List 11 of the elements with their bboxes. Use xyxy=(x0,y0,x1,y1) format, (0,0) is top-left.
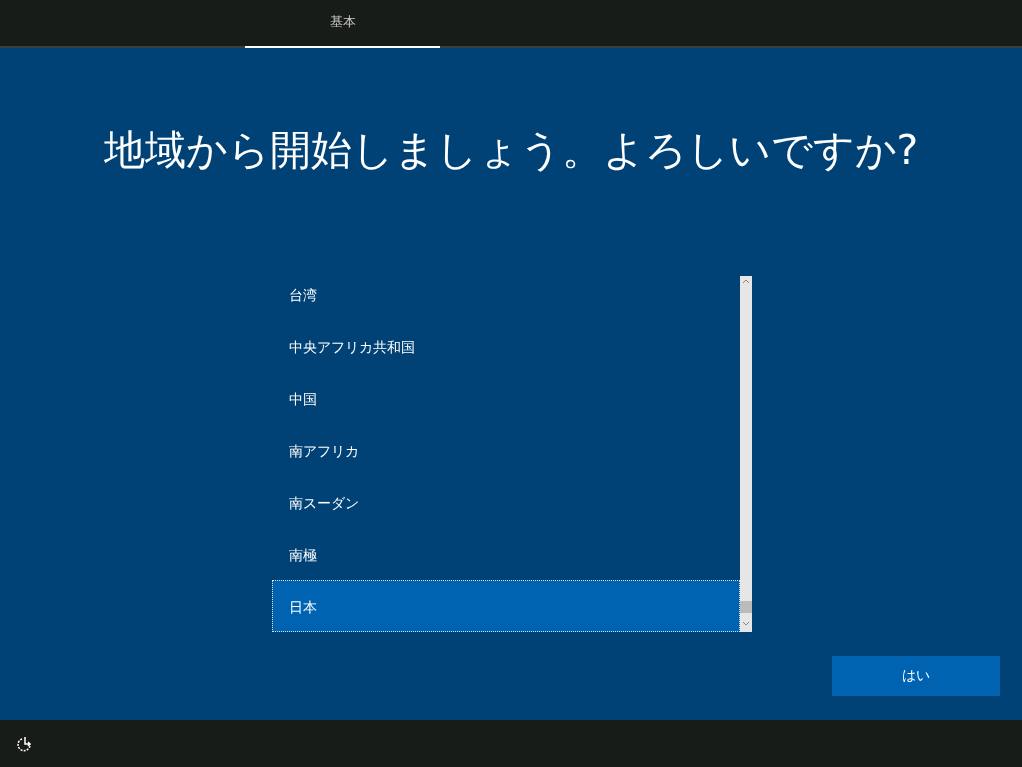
region-list-item[interactable]: 日本 xyxy=(272,580,740,632)
region-list-item[interactable]: 中央アフリカ共和国 xyxy=(272,320,740,372)
scrollbar[interactable] xyxy=(740,276,752,632)
region-list-item[interactable]: 中国 xyxy=(272,372,740,424)
region-list-item[interactable]: 南スーダン xyxy=(272,476,740,528)
tab[interactable]: 基本 xyxy=(245,0,440,48)
region-list-item[interactable]: 台湾 xyxy=(272,268,740,320)
yes-button[interactable]: はい xyxy=(832,656,1000,696)
region-list-item[interactable]: 南アフリカ xyxy=(272,424,740,476)
region-list-item[interactable]: 南極 xyxy=(272,528,740,580)
page-title: 地域から開始しましょう。よろしいですか? xyxy=(102,125,920,176)
